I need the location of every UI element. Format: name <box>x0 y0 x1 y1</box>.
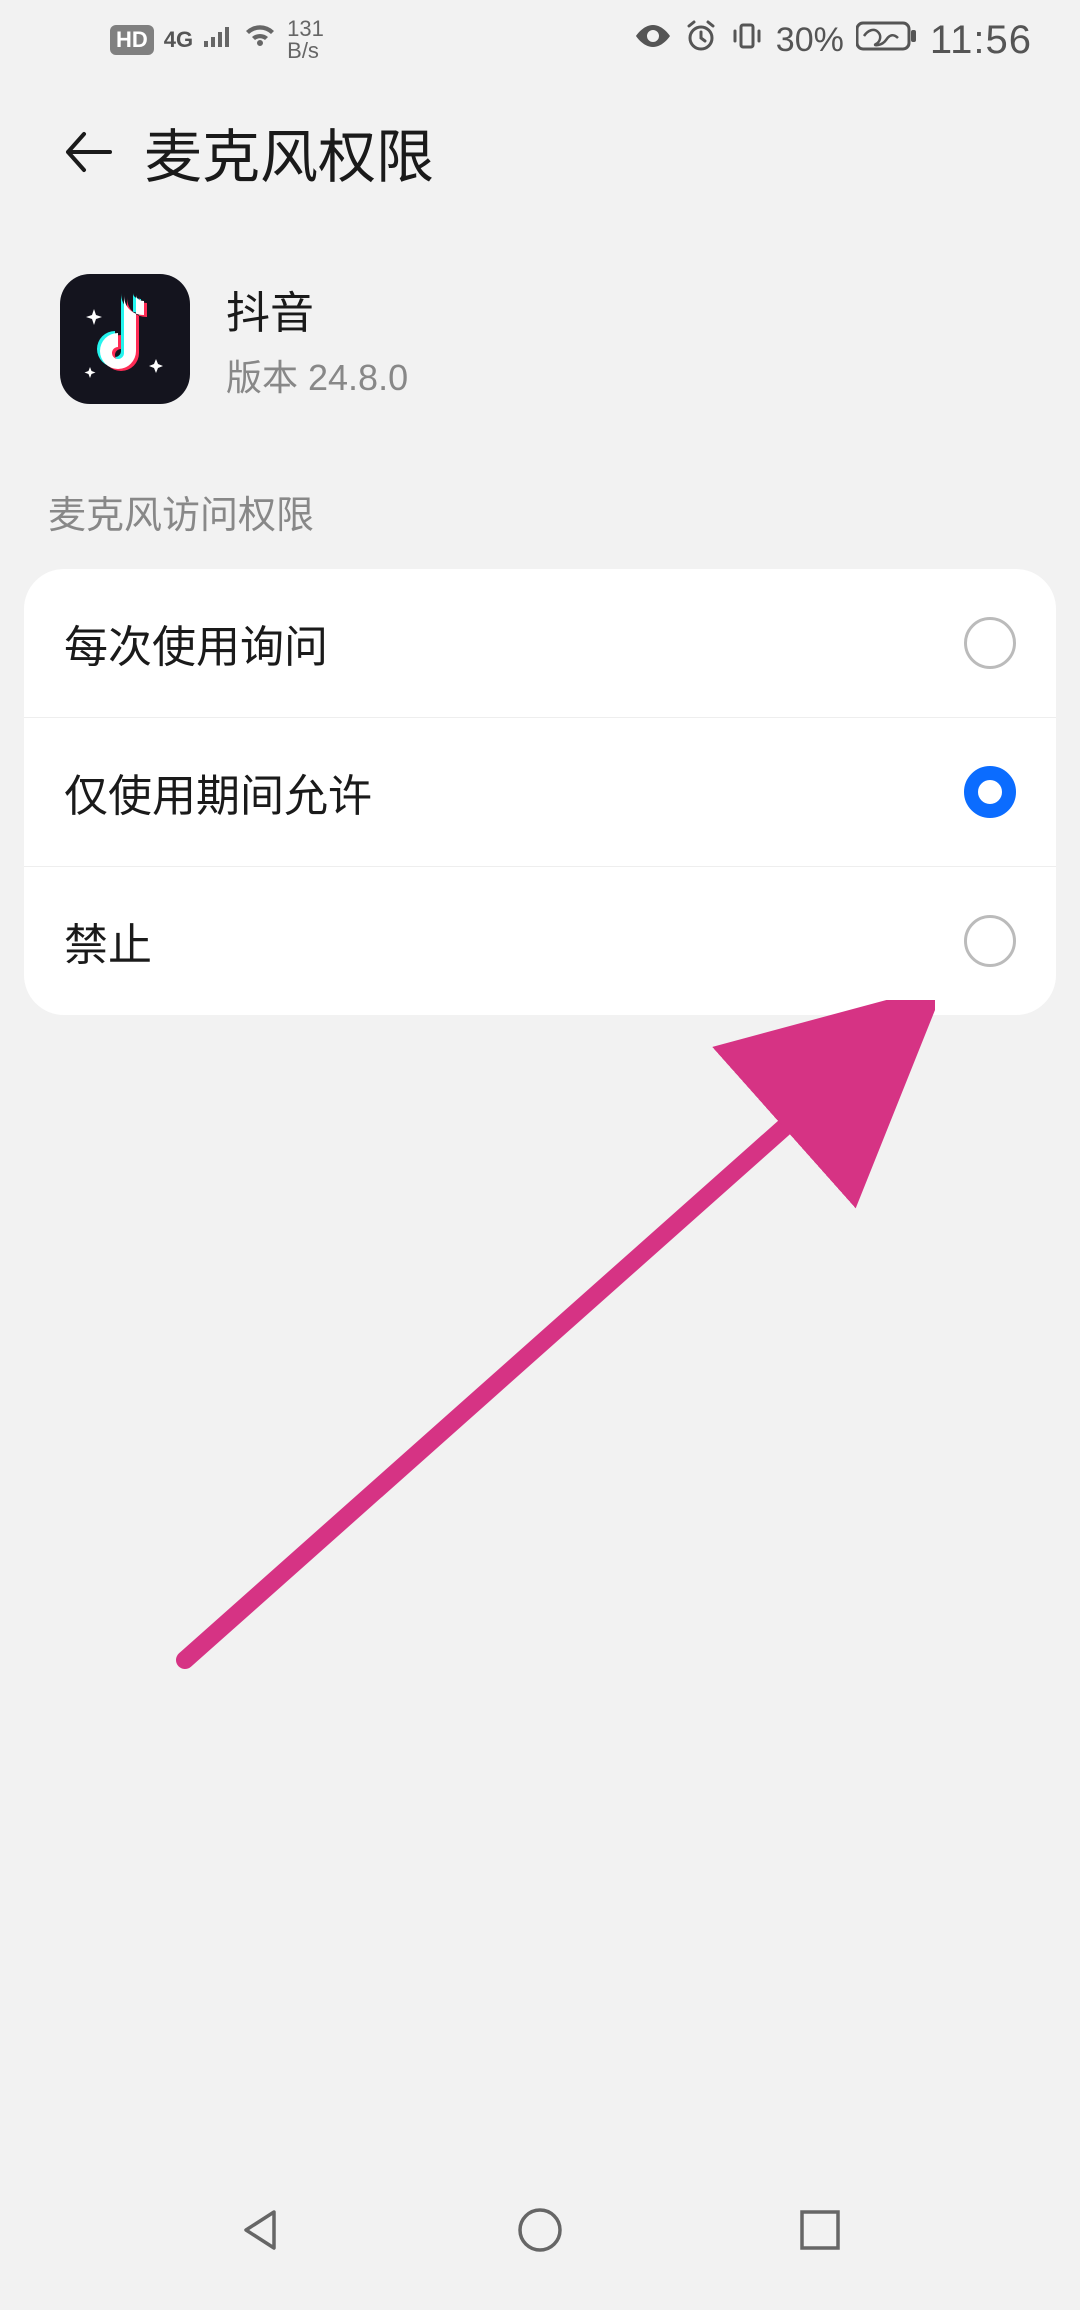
option-label: 禁止 <box>64 909 152 973</box>
option-allow-while-using[interactable]: 仅使用期间允许 <box>24 717 1056 866</box>
app-icon <box>60 274 190 404</box>
permission-options-card: 每次使用询问 仅使用期间允许 禁止 <box>24 569 1056 1015</box>
status-bar: HD 4G 131 B/s 30% 11:56 <box>0 0 1080 80</box>
square-recent-icon <box>796 2206 844 2254</box>
page-title: 麦克风权限 <box>144 110 434 194</box>
radio-selected-icon <box>964 766 1016 818</box>
option-label: 每次使用询问 <box>64 611 328 675</box>
network-speed: 131 B/s <box>287 18 324 62</box>
annotation-arrow-icon <box>165 1000 935 1680</box>
hd-badge: HD <box>110 25 154 55</box>
circle-home-icon <box>514 2204 566 2256</box>
radio-unselected-icon <box>964 617 1016 669</box>
wifi-icon <box>243 23 277 57</box>
app-version: 版本 24.8.0 <box>226 349 408 401</box>
nav-recent-button[interactable] <box>780 2190 860 2270</box>
section-label: 麦克风访问权限 <box>0 464 1080 569</box>
nav-home-button[interactable] <box>500 2190 580 2270</box>
status-left: HD 4G 131 B/s <box>110 18 324 62</box>
douyin-logo-icon <box>80 289 170 389</box>
signal-icon <box>203 23 233 57</box>
system-nav-bar <box>0 2150 1080 2310</box>
option-deny[interactable]: 禁止 <box>24 866 1056 1015</box>
network-type: 4G <box>164 27 193 53</box>
back-button[interactable] <box>60 124 116 180</box>
page-header: 麦克风权限 <box>0 80 1080 224</box>
triangle-back-icon <box>234 2204 286 2256</box>
arrow-left-icon <box>60 124 116 180</box>
nav-back-button[interactable] <box>220 2190 300 2270</box>
option-ask-every-time[interactable]: 每次使用询问 <box>24 569 1056 717</box>
clock-time: 11:56 <box>930 18 1032 63</box>
option-label: 仅使用期间允许 <box>64 760 372 824</box>
app-info-row: 抖音 版本 24.8.0 <box>0 224 1080 464</box>
eye-icon <box>634 23 672 57</box>
alarm-icon <box>684 19 718 61</box>
status-right: 30% 11:56 <box>634 18 1032 63</box>
radio-unselected-icon <box>964 915 1016 967</box>
vibrate-icon <box>730 19 764 61</box>
app-name: 抖音 <box>226 277 408 341</box>
battery-percent: 30% <box>776 21 844 60</box>
battery-icon <box>856 20 918 60</box>
